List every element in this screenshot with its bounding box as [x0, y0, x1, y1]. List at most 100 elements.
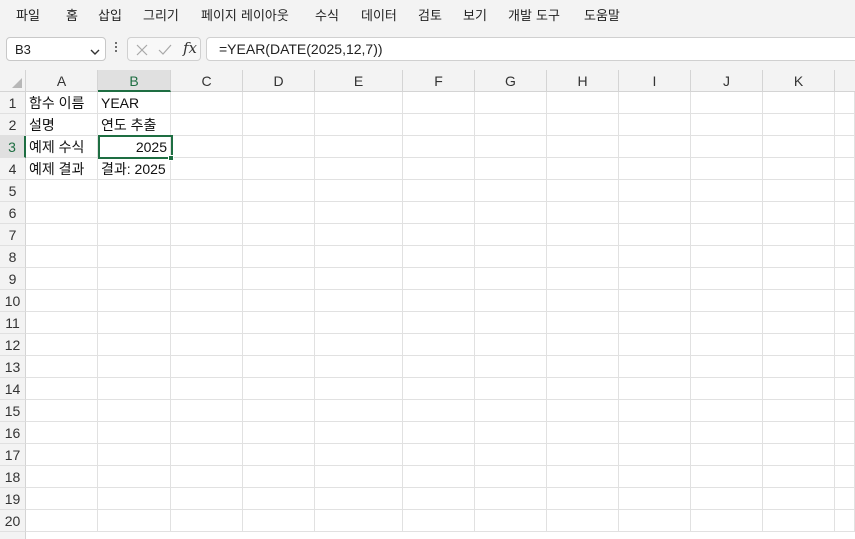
cell-empty[interactable] — [26, 290, 98, 312]
cell-empty[interactable] — [835, 378, 855, 400]
cell-empty[interactable] — [403, 466, 475, 488]
cell-empty[interactable] — [835, 334, 855, 356]
cell-empty[interactable] — [171, 180, 243, 202]
cell-empty[interactable] — [475, 334, 547, 356]
menu-formulas[interactable]: 수식 — [315, 5, 339, 24]
cell-empty[interactable] — [763, 224, 835, 246]
cell-empty[interactable] — [475, 444, 547, 466]
cell-empty[interactable] — [171, 466, 243, 488]
cell-empty[interactable] — [835, 488, 855, 510]
cell-empty[interactable] — [98, 312, 171, 334]
cell-empty[interactable] — [547, 92, 619, 114]
row-header-14[interactable]: 14 — [0, 378, 26, 400]
cell-empty[interactable] — [691, 224, 763, 246]
cell-empty[interactable] — [691, 92, 763, 114]
cell-empty[interactable] — [763, 334, 835, 356]
fx-icon[interactable]: fx — [183, 39, 197, 57]
cell-empty[interactable] — [619, 180, 691, 202]
cell-empty[interactable] — [691, 136, 763, 158]
cell-empty[interactable] — [619, 114, 691, 136]
column-header-k[interactable]: K — [763, 70, 835, 92]
cell-empty[interactable] — [403, 444, 475, 466]
cell-empty[interactable] — [403, 400, 475, 422]
cell-empty[interactable] — [763, 422, 835, 444]
row-header-4[interactable]: 4 — [0, 158, 26, 180]
cell-empty[interactable] — [619, 510, 691, 532]
row-header-2[interactable]: 2 — [0, 114, 26, 136]
cell-empty[interactable] — [315, 400, 403, 422]
cell-empty[interactable] — [403, 268, 475, 290]
cell-empty[interactable] — [403, 510, 475, 532]
cell-empty[interactable] — [315, 202, 403, 224]
cell-empty[interactable] — [98, 246, 171, 268]
cell-empty[interactable] — [835, 114, 855, 136]
cell-empty[interactable] — [763, 290, 835, 312]
cell-empty[interactable] — [691, 114, 763, 136]
cell-empty[interactable] — [243, 92, 315, 114]
menu-view[interactable]: 보기 — [463, 5, 487, 24]
cell-empty[interactable] — [619, 268, 691, 290]
cell-empty[interactable] — [835, 444, 855, 466]
row-header-partial[interactable] — [0, 532, 26, 539]
cell-empty[interactable] — [315, 136, 403, 158]
cell-empty[interactable] — [475, 378, 547, 400]
cell-a3[interactable]: 예제 수식 — [26, 136, 98, 158]
cell-empty[interactable] — [315, 334, 403, 356]
cell-empty[interactable] — [26, 510, 98, 532]
menu-data[interactable]: 데이터 — [361, 5, 397, 24]
row-header-13[interactable]: 13 — [0, 356, 26, 378]
cell-empty[interactable] — [243, 180, 315, 202]
cell-empty[interactable] — [763, 180, 835, 202]
cell-empty[interactable] — [171, 268, 243, 290]
cell-empty[interactable] — [315, 356, 403, 378]
cell-empty[interactable] — [243, 224, 315, 246]
cell-empty[interactable] — [619, 466, 691, 488]
cell-empty[interactable] — [475, 510, 547, 532]
cell-empty[interactable] — [691, 158, 763, 180]
cell-empty[interactable] — [26, 378, 98, 400]
cell-empty[interactable] — [619, 158, 691, 180]
cell-empty[interactable] — [171, 356, 243, 378]
cell-a1[interactable]: 함수 이름 — [26, 92, 98, 114]
cell-empty[interactable] — [243, 158, 315, 180]
cell-empty[interactable] — [619, 202, 691, 224]
cell-empty[interactable] — [691, 356, 763, 378]
cell-empty[interactable] — [171, 290, 243, 312]
cell-empty[interactable] — [315, 92, 403, 114]
cell-empty[interactable] — [619, 246, 691, 268]
row-header-6[interactable]: 6 — [0, 202, 26, 224]
cell-empty[interactable] — [403, 422, 475, 444]
cell-empty[interactable] — [475, 488, 547, 510]
cell-empty[interactable] — [403, 158, 475, 180]
cell-empty[interactable] — [691, 488, 763, 510]
cell-empty[interactable] — [403, 378, 475, 400]
chevron-down-icon[interactable] — [89, 43, 101, 62]
select-all-button[interactable] — [0, 70, 26, 92]
cell-empty[interactable] — [26, 224, 98, 246]
column-header-e[interactable]: E — [315, 70, 403, 92]
cell-empty[interactable] — [26, 312, 98, 334]
x-icon[interactable] — [134, 42, 150, 62]
cell-empty[interactable] — [475, 268, 547, 290]
cell-empty[interactable] — [171, 422, 243, 444]
cell-empty[interactable] — [243, 290, 315, 312]
row-header-16[interactable]: 16 — [0, 422, 26, 444]
cell-empty[interactable] — [835, 290, 855, 312]
cell-empty[interactable] — [835, 268, 855, 290]
cell-empty[interactable] — [619, 422, 691, 444]
cell-empty[interactable] — [763, 488, 835, 510]
row-header-11[interactable]: 11 — [0, 312, 26, 334]
menu-developer[interactable]: 개발 도구 — [508, 5, 560, 24]
cell-empty[interactable] — [26, 422, 98, 444]
cell-empty[interactable] — [619, 400, 691, 422]
cell-empty[interactable] — [691, 444, 763, 466]
cell-empty[interactable] — [98, 356, 171, 378]
cell-empty[interactable] — [619, 224, 691, 246]
cell-empty[interactable] — [835, 356, 855, 378]
cell-empty[interactable] — [547, 466, 619, 488]
menu-review[interactable]: 검토 — [418, 5, 442, 24]
cell-empty[interactable] — [763, 466, 835, 488]
column-header-c[interactable]: C — [171, 70, 243, 92]
cell-empty[interactable] — [403, 114, 475, 136]
cell-empty[interactable] — [547, 246, 619, 268]
